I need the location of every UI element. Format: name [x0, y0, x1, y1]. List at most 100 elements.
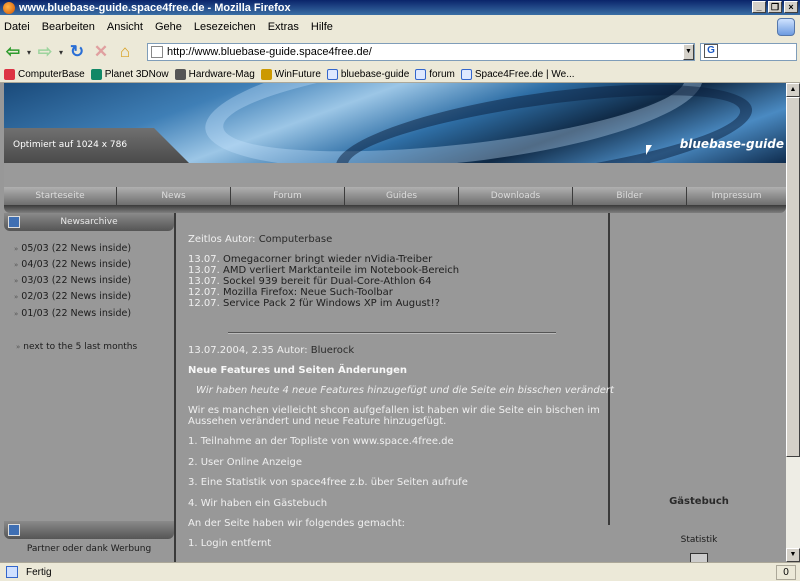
back-arrow-icon[interactable]: ⇦	[3, 42, 23, 62]
archive-item[interactable]: » 02/03 (22 News inside)	[14, 291, 131, 302]
nav-impressum[interactable]: Impressum	[687, 187, 786, 205]
archive-item[interactable]: » 04/03 (22 News inside)	[14, 259, 131, 270]
google-icon[interactable]: G	[704, 44, 718, 58]
page-icon	[151, 46, 163, 58]
minimize-button[interactable]: _	[752, 1, 766, 13]
bookmark-winfuture[interactable]: WinFuture	[260, 68, 321, 80]
throbber-icon	[777, 18, 795, 36]
status-counter: 0	[776, 565, 796, 580]
right-sidebar: Gästebuch Statistik	[612, 213, 786, 562]
post-paragraph: Wir es manchen vielleicht shcon aufgefal…	[188, 405, 600, 416]
archive-item[interactable]: » 01/03 (22 News inside)	[14, 308, 131, 319]
bookmark-forum[interactable]: forum	[415, 68, 455, 80]
archive-list: » 05/03 (22 News inside) » 04/03 (22 News …	[14, 243, 131, 324]
separator	[228, 332, 556, 334]
menu-hilfe[interactable]: Hilfe	[311, 21, 333, 33]
archive-item[interactable]: » 05/03 (22 News inside)	[14, 243, 131, 254]
page-viewport: Optimiert auf 1024 x 786 bluebase-guide …	[0, 83, 786, 562]
url-input[interactable]: http://www.bluebase-guide.space4free.de/	[147, 43, 695, 61]
window-title: www.bluebase-guide.space4free.de - Mozil…	[19, 1, 291, 14]
bookmark-planet3dnow[interactable]: Planet 3DNow	[90, 68, 169, 80]
nav-bilder[interactable]: Bilder	[573, 187, 687, 205]
bookmarks-toolbar: ComputerBase Planet 3DNow Hardware-Mag W…	[0, 66, 800, 83]
window-titlebar: www.bluebase-guide.space4free.de - Mozil…	[0, 0, 800, 15]
nav-downloads[interactable]: Downloads	[459, 187, 573, 205]
nav-underline	[4, 205, 786, 213]
url-dropdown-button[interactable]: ▼	[683, 44, 694, 60]
menu-gehe[interactable]: Gehe	[155, 21, 182, 33]
scroll-up-arrow[interactable]: ▲	[786, 83, 800, 97]
archive-item[interactable]: » 03/03 (22 News inside)	[14, 275, 131, 286]
url-text: http://www.bluebase-guide.space4free.de/	[167, 46, 372, 58]
post-meta: 13.07.2004, 2.35 Autor:	[188, 345, 308, 356]
partner-header	[4, 521, 174, 539]
mouse-cursor-icon	[646, 145, 652, 155]
post-intro: Wir haben heute 4 neue Features hinzugef…	[196, 385, 614, 396]
nav-guides[interactable]: Guides	[345, 187, 459, 205]
menu-extras[interactable]: Extras	[268, 21, 299, 33]
post-list-item: 1. Login entfernt	[188, 538, 272, 549]
home-icon[interactable]: ⌂	[115, 42, 135, 62]
vertical-scrollbar[interactable]: ▲ ▼	[786, 83, 800, 562]
news-item[interactable]: 13.07. Omegacorner bringt wieder nVidia-…	[188, 254, 432, 265]
menu-bearbeiten[interactable]: Bearbeiten	[42, 21, 95, 33]
column-divider	[608, 213, 610, 525]
column-divider	[174, 213, 176, 562]
next-months-link[interactable]: » next to the 5 last months	[16, 342, 137, 352]
stop-icon[interactable]: ✕	[91, 42, 111, 62]
back-history-dropdown[interactable]: ▾	[27, 48, 31, 57]
post-list-item: 1. Teilnahme an der Topliste von www.spa…	[188, 436, 454, 447]
statistik-label: Statistik	[680, 535, 718, 545]
bookmark-computerbase[interactable]: ComputerBase	[4, 68, 85, 80]
news-item[interactable]: 12.07. Mozilla Firefox: Neue Such-Toolba…	[188, 287, 393, 298]
newsarchive-header: Newsarchive	[4, 213, 174, 231]
post-title: Neue Features und Seiten Änderungen	[188, 365, 408, 376]
status-bar: Fertig 0	[0, 562, 800, 581]
bookmark-space4free[interactable]: Space4Free.de | We...	[460, 68, 575, 80]
news-item[interactable]: 12.07. Service Pack 2 für Windows XP im …	[188, 298, 440, 309]
scroll-thumb[interactable]	[786, 97, 800, 457]
window-controls: _ ❐ ×	[752, 1, 798, 13]
statistics-icon[interactable]	[690, 553, 708, 562]
menu-datei[interactable]: Datei	[4, 21, 30, 33]
reload-icon[interactable]: ↻	[67, 42, 87, 62]
bookmark-icon	[174, 68, 186, 80]
firefox-icon	[3, 1, 15, 14]
maximize-button[interactable]: ❐	[768, 1, 782, 13]
post-list-item: 4. Wir haben ein Gästebuch	[188, 498, 328, 509]
menu-ansicht[interactable]: Ansicht	[107, 21, 143, 33]
bookmark-icon	[415, 68, 427, 80]
scroll-down-arrow[interactable]: ▼	[786, 548, 800, 562]
post-list-item: 2. User Online Anzeige	[188, 457, 302, 468]
nav-news[interactable]: News	[117, 187, 231, 205]
partner-label: Partner oder dank Werbung	[26, 544, 152, 554]
bookmark-icon	[326, 68, 338, 80]
bookmark-icon	[460, 68, 472, 80]
post-paragraph: Aussehen verändert und neue Feature hinz…	[188, 416, 447, 427]
menu-bar: Datei Bearbeiten Ansicht Gehe Lesezeiche…	[0, 16, 800, 38]
nav-starteseite[interactable]: Starteseite	[4, 187, 117, 205]
status-text: Fertig	[26, 566, 52, 578]
bookmark-hardware-mag[interactable]: Hardware-Mag	[174, 68, 255, 80]
optimized-note: Optimiert auf 1024 x 786	[13, 140, 128, 150]
close-button[interactable]: ×	[784, 1, 798, 13]
bookmark-icon	[4, 68, 15, 80]
forward-history-dropdown[interactable]: ▾	[59, 48, 63, 57]
menu-lesezeichen[interactable]: Lesezeichen	[194, 21, 256, 33]
bookmark-bluebase-guide[interactable]: bluebase-guide	[326, 68, 409, 80]
bookmark-icon	[90, 68, 102, 80]
site-banner: Optimiert auf 1024 x 786 bluebase-guide	[4, 83, 786, 163]
bookmark-icon	[260, 68, 272, 80]
box-icon	[8, 216, 20, 228]
guestbook-link[interactable]: Gästebuch	[612, 496, 786, 507]
box-icon	[8, 524, 20, 536]
forward-arrow-icon[interactable]: ⇨	[35, 42, 55, 62]
post-list-item: 3. Eine Statistik von space4free z.b. üb…	[188, 477, 468, 488]
left-sidebar: Newsarchive » 05/03 (22 News inside) » 04/…	[4, 213, 174, 562]
banner-underbar	[4, 163, 786, 187]
news-item[interactable]: 13.07. AMD verliert Marktanteile im Note…	[188, 265, 459, 276]
site-nav: Starteseite News Forum Guides Downloads …	[4, 187, 786, 205]
nav-forum[interactable]: Forum	[231, 187, 345, 205]
search-input[interactable]: G	[700, 43, 797, 61]
news-item[interactable]: 13.07. Sockel 939 bereit für Dual-Core-A…	[188, 276, 432, 287]
